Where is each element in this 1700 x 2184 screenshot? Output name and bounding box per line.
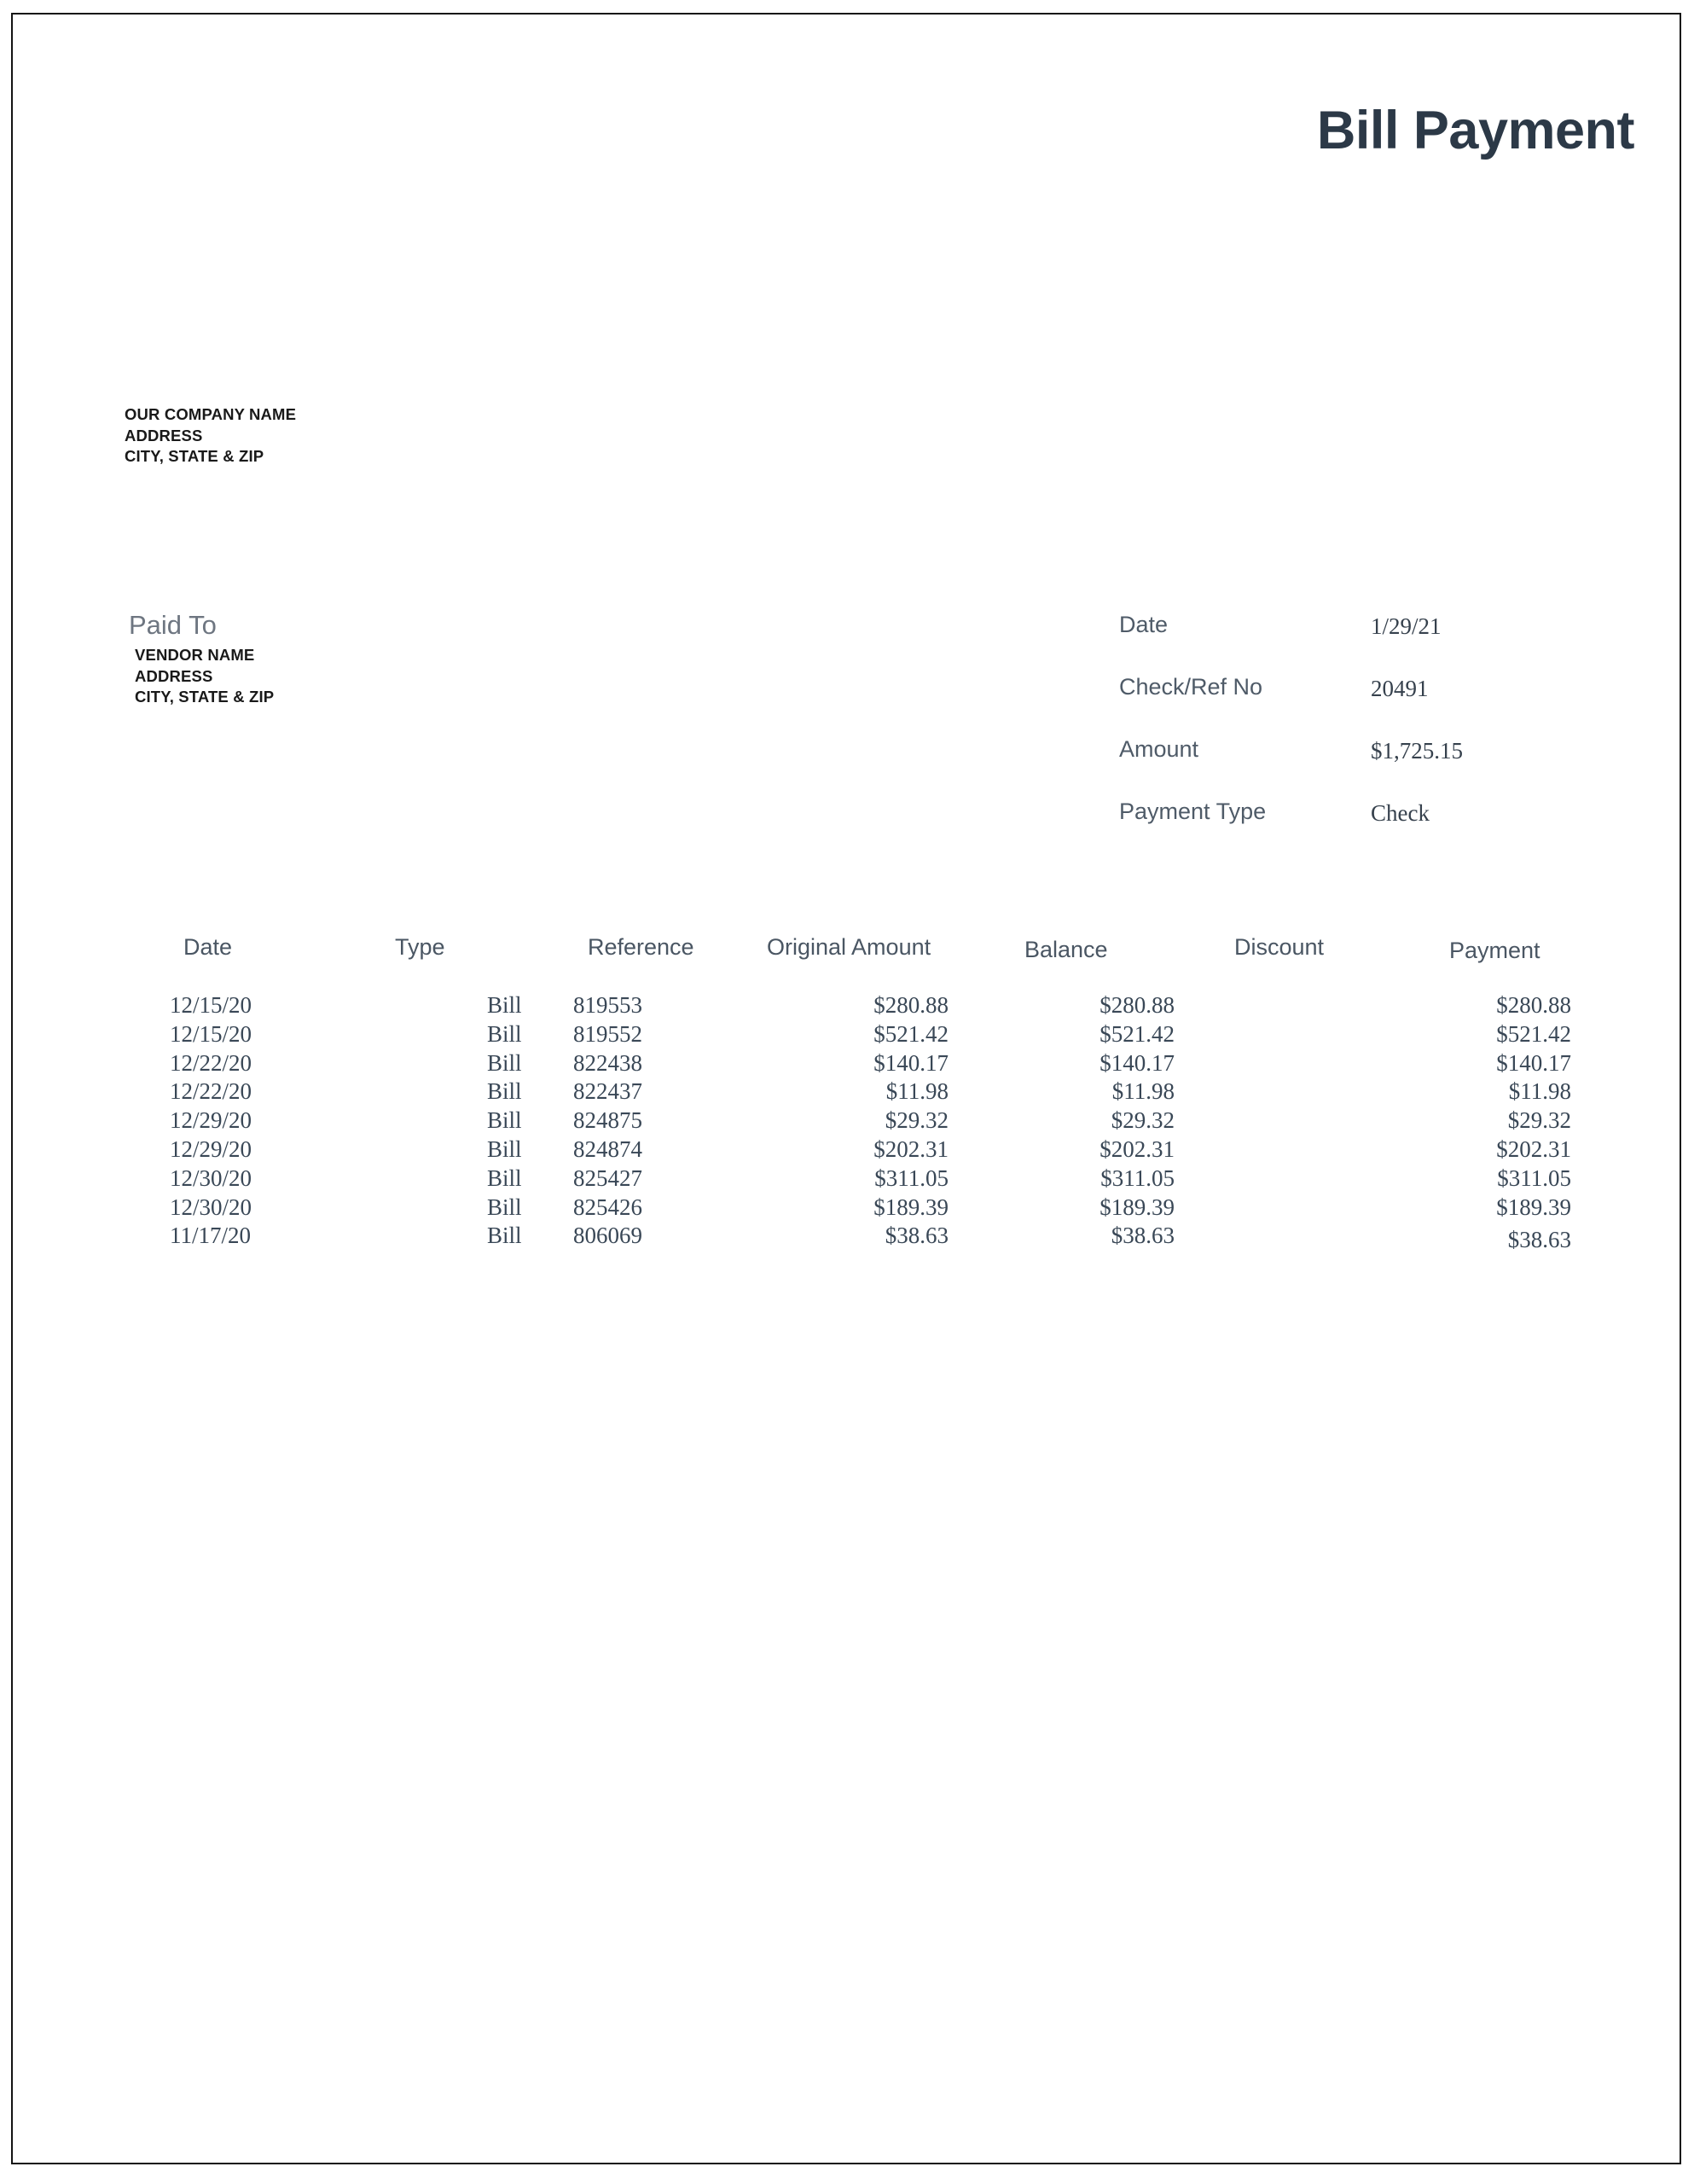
table-row: 12/22/20 Bill 822438 $140.17 $140.17 $140.17	[13, 1050, 1680, 1079]
cell-payment: $11.98	[1508, 1078, 1571, 1105]
paid-to-heading: Paid To	[129, 610, 217, 640]
cell-type: Bill	[487, 1107, 522, 1134]
cell-balance: $202.31	[1099, 1136, 1175, 1162]
payment-details-block: Date 1/29/21 Check/Ref No 20491 Amount $…	[1119, 612, 1648, 861]
cell-date: 12/29/20	[170, 1107, 252, 1134]
paid-to-block: Paid To VENDOR NAME ADDRESS CITY, STATE …	[129, 612, 274, 708]
cell-payment: $189.39	[1496, 1194, 1571, 1220]
cell-payment: $140.17	[1496, 1049, 1571, 1076]
cell-original-amount: $11.98	[885, 1078, 949, 1105]
cell-original-amount: $29.32	[885, 1107, 949, 1134]
cell-type: Bill	[487, 1020, 522, 1047]
date-label: Date	[1119, 612, 1169, 637]
column-header-discount: Discount	[1234, 934, 1325, 960]
cell-reference: 825426	[573, 1194, 642, 1220]
cell-payment: $38.63	[1507, 1227, 1571, 1253]
cell-reference: 806069	[573, 1223, 642, 1249]
cell-reference: 819553	[573, 992, 642, 1018]
cell-reference: 824874	[573, 1136, 642, 1162]
cell-reference: 822437	[573, 1078, 642, 1105]
cell-reference: 825427	[573, 1165, 642, 1191]
payment-detail-row-amount: Amount $1,725.15	[1119, 736, 1648, 799]
cell-type: Bill	[487, 1194, 522, 1220]
payment-detail-row-payment-type: Payment Type Check	[1119, 799, 1648, 861]
check-ref-no-label: Check/Ref No	[1119, 674, 1263, 700]
column-header-reference: Reference	[588, 934, 694, 960]
table-row: 12/15/20 Bill 819553 $280.88 $280.88 $280.88	[13, 992, 1680, 1021]
cell-date: 12/15/20	[170, 992, 252, 1018]
payment-detail-row-check-ref-no: Check/Ref No 20491	[1119, 674, 1648, 736]
cell-balance: $189.39	[1099, 1194, 1175, 1220]
company-name: OUR COMPANY NAME	[125, 405, 297, 423]
cell-reference: 822438	[573, 1049, 642, 1076]
payment-type-label: Payment Type	[1119, 799, 1267, 824]
cell-balance: $521.42	[1099, 1020, 1175, 1047]
table-row: 12/29/20 Bill 824875 $29.32 $29.32 $29.32	[13, 1107, 1680, 1136]
cell-payment: $311.05	[1497, 1165, 1571, 1191]
table-body: 12/15/20 Bill 819553 $280.88 $280.88 $280.88 1…	[13, 992, 1680, 1252]
vendor-name: VENDOR NAME	[135, 646, 255, 664]
table-row: 12/29/20 Bill 824874 $202.31 $202.31 $202.31	[13, 1136, 1680, 1165]
document-page: Bill Payment OUR COMPANY NAME ADDRESS CI…	[11, 13, 1681, 2164]
cell-payment: $280.88	[1496, 992, 1571, 1018]
cell-payment: $521.42	[1496, 1020, 1571, 1047]
cell-original-amount: $311.05	[874, 1165, 949, 1191]
cell-date: 12/15/20	[170, 1020, 252, 1047]
cell-original-amount: $202.31	[873, 1136, 949, 1162]
company-address: ADDRESS	[125, 426, 203, 444]
table-row: 12/22/20 Bill 822437 $11.98 $11.98 $11.98	[13, 1078, 1680, 1107]
table-row: 12/15/20 Bill 819552 $521.42 $521.42 $521.42	[13, 1021, 1680, 1050]
table-row: 12/30/20 Bill 825426 $189.39 $189.39 $189.39	[13, 1194, 1680, 1223]
cell-balance: $29.32	[1111, 1107, 1175, 1134]
cell-balance: $280.88	[1099, 992, 1175, 1018]
cell-balance: $11.98	[1111, 1078, 1175, 1105]
company-city-state-zip: CITY, STATE & ZIP	[125, 447, 264, 465]
cell-reference: 819552	[573, 1020, 642, 1047]
page-title: Bill Payment	[1316, 101, 1635, 160]
column-header-payment: Payment	[1449, 938, 1540, 963]
cell-original-amount: $280.88	[873, 992, 949, 1018]
vendor-city-state-zip: CITY, STATE & ZIP	[135, 688, 275, 706]
column-header-balance: Balance	[1024, 937, 1108, 962]
cell-date: 12/30/20	[170, 1165, 252, 1191]
cell-date: 12/30/20	[170, 1194, 252, 1220]
cell-reference: 824875	[573, 1107, 642, 1134]
cell-original-amount: $189.39	[873, 1194, 949, 1220]
cell-balance: $311.05	[1100, 1165, 1175, 1191]
column-header-original-amount: Original Amount	[767, 934, 931, 960]
cell-original-amount: $140.17	[873, 1049, 949, 1076]
cell-date: 12/22/20	[170, 1078, 252, 1105]
company-address-block: OUR COMPANY NAME ADDRESS CITY, STATE & Z…	[125, 404, 296, 468]
cell-date: 12/29/20	[170, 1136, 252, 1162]
vendor-address-block: VENDOR NAME ADDRESS CITY, STATE & ZIP	[135, 645, 274, 708]
payment-type-value: Check	[1371, 800, 1430, 826]
payment-detail-row-date: Date 1/29/21	[1119, 612, 1648, 674]
cell-original-amount: $38.63	[885, 1223, 949, 1249]
amount-value: $1,725.15	[1371, 738, 1463, 764]
cell-type: Bill	[487, 1136, 522, 1162]
cell-balance: $38.63	[1111, 1223, 1175, 1249]
cell-type: Bill	[487, 1223, 522, 1249]
cell-payment: $202.31	[1496, 1136, 1571, 1162]
cell-type: Bill	[487, 992, 522, 1018]
cell-balance: $140.17	[1099, 1049, 1175, 1076]
check-ref-no-value: 20491	[1371, 676, 1429, 701]
cell-type: Bill	[487, 1165, 522, 1191]
column-header-date: Date	[183, 934, 233, 960]
column-header-type: Type	[395, 934, 445, 960]
cell-type: Bill	[487, 1078, 522, 1105]
cell-original-amount: $521.42	[873, 1020, 949, 1047]
amount-label: Amount	[1119, 736, 1199, 762]
cell-date: 11/17/20	[170, 1223, 252, 1249]
table-header-row: Date Type Reference Original Amount Bala…	[13, 934, 1680, 968]
vendor-address: ADDRESS	[135, 666, 213, 685]
table-row: 12/30/20 Bill 825427 $311.05 $311.05 $311.05	[13, 1165, 1680, 1194]
table-row: 11/17/20 Bill 806069 $38.63 $38.63 $38.63	[13, 1223, 1680, 1252]
date-value: 1/29/21	[1371, 613, 1442, 639]
cell-payment: $29.32	[1507, 1107, 1571, 1134]
cell-type: Bill	[487, 1049, 522, 1076]
cell-date: 12/22/20	[170, 1049, 252, 1076]
